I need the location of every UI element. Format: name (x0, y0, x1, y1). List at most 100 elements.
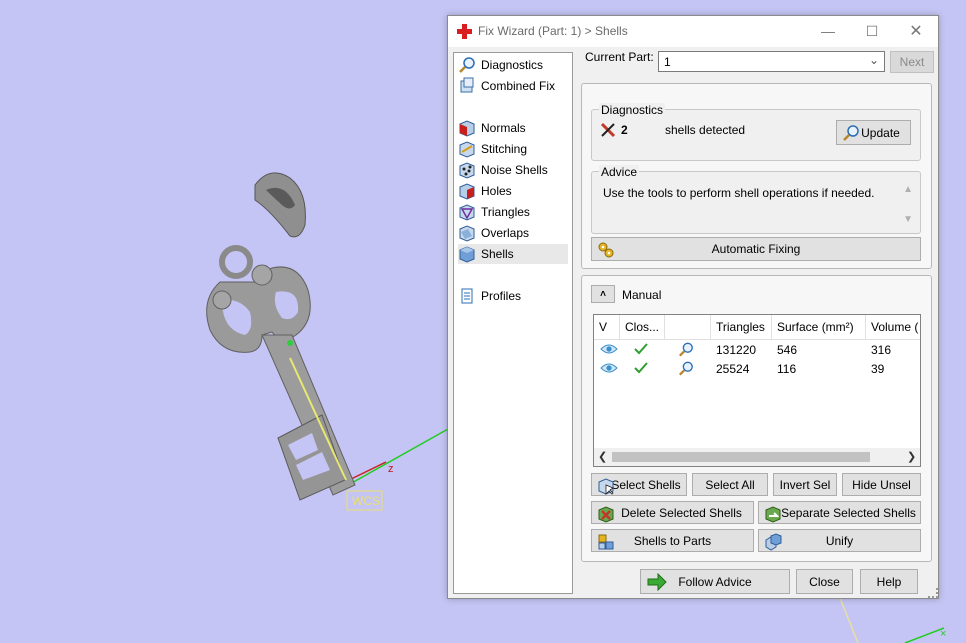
current-part-select[interactable]: 1 ⌄ (658, 51, 885, 72)
automatic-fixing-label: Automatic Fixing (711, 242, 801, 256)
automatic-fixing-button[interactable]: Automatic Fixing (591, 237, 921, 261)
shells-detected-text: shells detected (665, 123, 746, 137)
delete-shells-icon (598, 506, 614, 523)
wcs-label: WCS (352, 494, 380, 508)
invert-sel-label: Invert Sel (779, 477, 831, 492)
help-button[interactable]: Help (860, 569, 918, 594)
next-button-label: Next (899, 55, 925, 69)
magnifier-icon (459, 57, 475, 73)
column-header-triangles[interactable]: Triangles (711, 315, 772, 339)
close-button[interactable]: Close (796, 569, 853, 594)
shells-table[interactable]: V Clos... Triangles Surface (mm²) Volume… (593, 314, 921, 467)
gears-icon (598, 242, 614, 258)
fix-wizard-dialog: Fix Wizard (Part: 1) > Shells — ☐ ✕ Diag… (447, 15, 939, 599)
chevron-down-icon: ⌄ (868, 53, 879, 67)
next-button[interactable]: Next (890, 51, 934, 73)
close-window-button[interactable]: ✕ (894, 16, 938, 47)
window-title: Fix Wizard (Part: 1) > Shells (478, 24, 628, 38)
unify-label: Unify (825, 533, 854, 548)
minimize-button[interactable]: — (806, 16, 850, 47)
red-cross-icon (457, 24, 472, 39)
delete-selected-shells-button[interactable]: Delete Selected Shells (591, 501, 754, 524)
hide-unsel-button[interactable]: Hide Unsel (842, 473, 921, 496)
svg-text:×: × (940, 628, 946, 640)
z-axis-label: z (388, 463, 394, 475)
sidebar-item-shells[interactable]: Shells (458, 244, 568, 264)
shells-icon (459, 246, 475, 263)
triangles-cell: 25524 (716, 362, 750, 376)
triangles-cell: 131220 (716, 343, 757, 357)
sidebar-item-label: Holes (481, 184, 512, 198)
surface-cell: 546 (777, 343, 798, 357)
column-header-action[interactable] (665, 315, 711, 339)
select-shells-button[interactable]: Select Shells (591, 473, 687, 496)
maximize-button[interactable]: ☐ (850, 16, 894, 47)
advice-scroll-up[interactable]: ▲ (903, 184, 913, 195)
sidebar-item-triangles[interactable]: Triangles (458, 202, 568, 222)
update-button[interactable]: Update (836, 120, 911, 145)
green-arrow-icon (647, 573, 667, 591)
column-header-visible[interactable]: V (594, 315, 620, 339)
unify-button[interactable]: Unify (758, 529, 921, 552)
magnifier-icon[interactable] (678, 341, 694, 358)
magnifier-icon[interactable] (678, 360, 694, 377)
sidebar-item-stitching[interactable]: Stitching (458, 139, 568, 159)
bail-model[interactable] (254, 172, 306, 238)
sidebar-item-normals[interactable]: Normals (458, 118, 568, 138)
scrollbar-thumb[interactable] (612, 452, 870, 462)
table-row[interactable]: 131220 546 316 (594, 340, 920, 359)
sidebar-item-label: Normals (481, 121, 526, 135)
delete-selected-shells-label: Delete Selected Shells (621, 505, 742, 520)
shells-to-parts-icon (598, 534, 614, 550)
collapse-manual-button[interactable]: ˄ (591, 285, 615, 303)
shells-to-parts-label: Shells to Parts (633, 533, 712, 548)
combined-fix-icon (460, 77, 474, 93)
sidebar-item-label: Combined Fix (481, 79, 556, 93)
select-all-button[interactable]: Select All (692, 473, 768, 496)
scroll-right-icon[interactable]: ❯ (907, 450, 916, 463)
sidebar-item-holes[interactable]: Holes (458, 181, 568, 201)
advice-group-title: Advice (599, 165, 640, 179)
sidebar-item-profiles[interactable]: Profiles (458, 286, 568, 306)
diagnostics-group: Diagnostics 2 shells detected Update (591, 103, 921, 161)
follow-advice-button[interactable]: Follow Advice (640, 569, 790, 594)
update-button-label: Update (861, 125, 900, 140)
column-header-label: Surface (mm²) (777, 320, 854, 334)
resize-grip[interactable] (928, 588, 938, 598)
manual-label: Manual (622, 288, 662, 302)
volume-cell: 316 (871, 343, 892, 357)
unify-icon (765, 533, 782, 551)
scroll-left-icon[interactable]: ❮ (598, 450, 607, 463)
hide-unsel-label: Hide Unsel (852, 477, 911, 492)
advice-scroll-down[interactable]: ▼ (903, 214, 913, 225)
sidebar-item-label: Triangles (481, 205, 530, 219)
sidebar-item-label: Noise Shells (481, 163, 548, 177)
invert-sel-button[interactable]: Invert Sel (773, 473, 837, 496)
shells-to-parts-button[interactable]: Shells to Parts (591, 529, 754, 552)
column-header-label: Triangles (716, 320, 765, 334)
surface-cell: 116 (777, 362, 797, 376)
eye-icon[interactable] (600, 343, 618, 355)
column-header-closed[interactable]: Clos... (620, 315, 665, 339)
eye-icon[interactable] (600, 362, 618, 374)
sidebar-item-label: Stitching (481, 142, 528, 156)
title-bar: Fix Wizard (Part: 1) > Shells — ☐ ✕ (448, 16, 938, 47)
shell-count: 2 (621, 123, 628, 137)
sidebar-item-diagnostics[interactable]: Diagnostics (458, 55, 568, 75)
sidebar-item-noise-shells[interactable]: Noise Shells (458, 160, 568, 180)
sidebar-item-combined-fix[interactable]: Combined Fix (458, 76, 568, 96)
key-model[interactable] (206, 245, 356, 501)
stitching-icon (459, 141, 475, 158)
error-x-icon (600, 122, 616, 138)
column-header-surface[interactable]: Surface (mm²) (772, 315, 866, 339)
select-shells-icon (598, 478, 614, 495)
separate-shells-icon (765, 506, 781, 523)
column-header-volume[interactable]: Volume ( (866, 315, 920, 339)
horizontal-scrollbar[interactable]: ❮ ❯ (594, 448, 920, 466)
separate-selected-shells-button[interactable]: Separate Selected Shells (758, 501, 921, 524)
sidebar-item-overlaps[interactable]: Overlaps (458, 223, 568, 243)
table-row[interactable]: 25524 116 39 (594, 359, 920, 378)
column-header-label: Clos... (625, 320, 660, 334)
sidebar-item-label: Overlaps (481, 226, 530, 240)
sidebar-item-label: Diagnostics (481, 58, 544, 72)
